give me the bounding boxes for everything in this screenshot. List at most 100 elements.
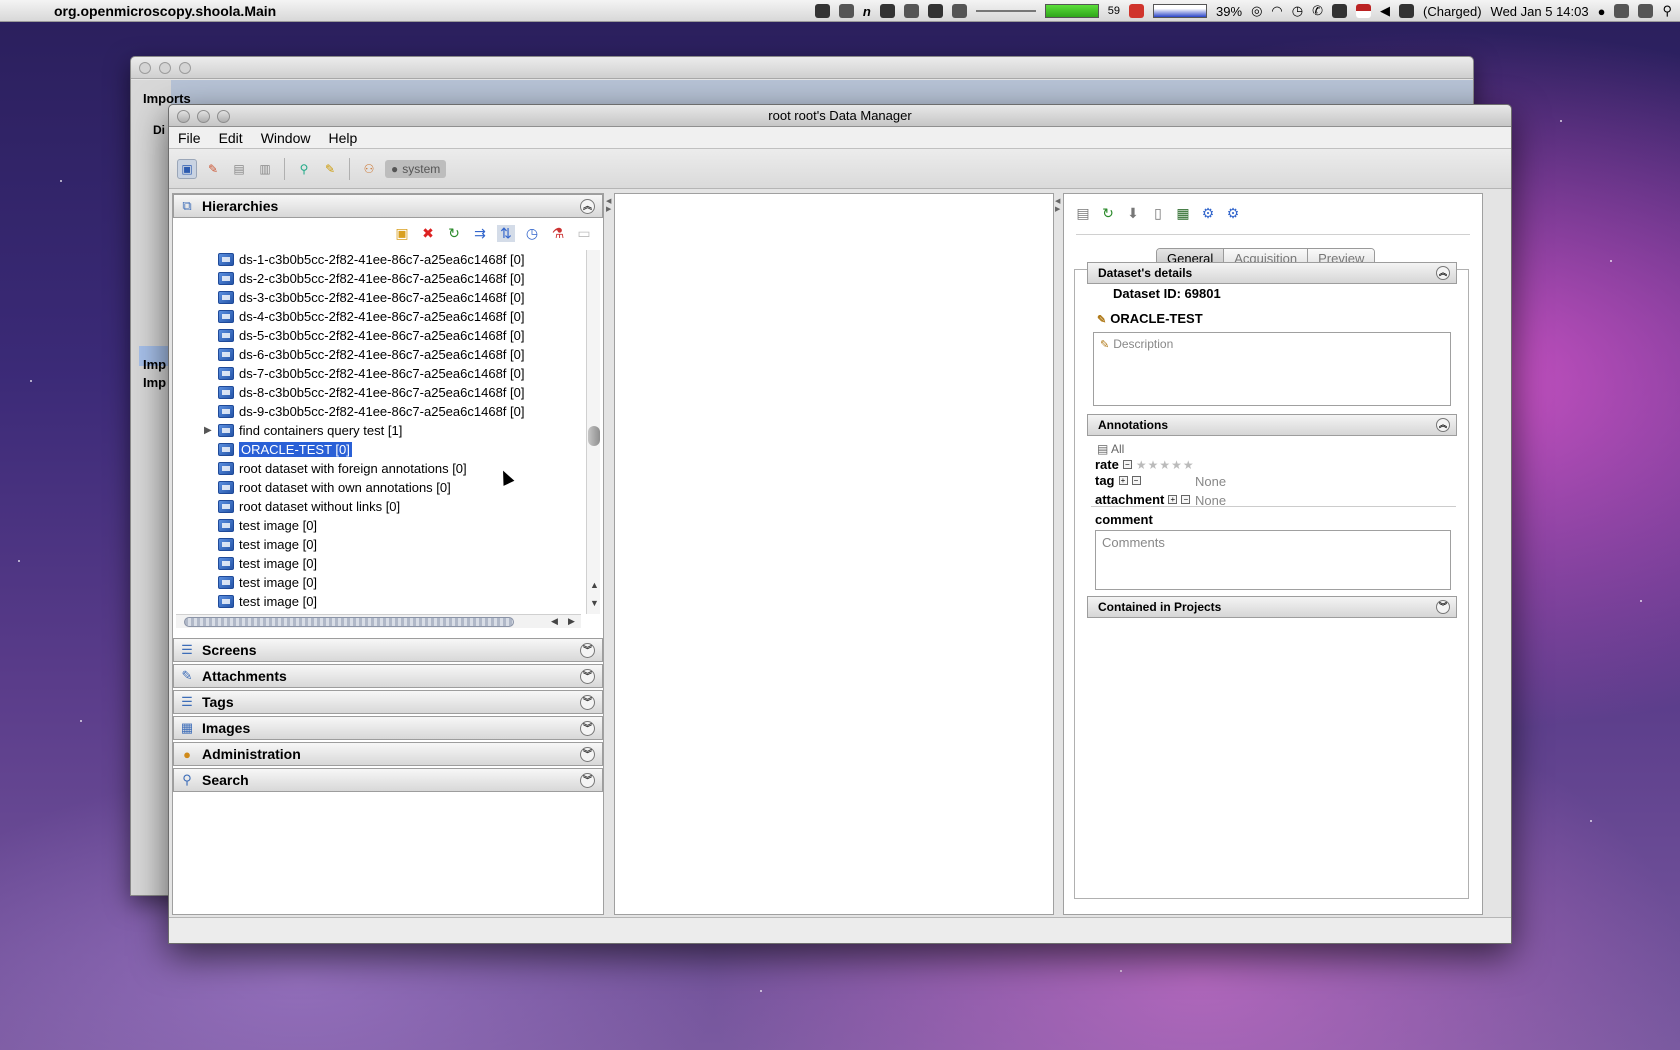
close-button[interactable] [177, 110, 190, 123]
app-name-menu[interactable]: org.openmicroscopy.shoola.Main [54, 3, 276, 19]
menu-window[interactable]: Window [261, 130, 311, 146]
expand-down-icon[interactable]: ︾ [580, 695, 595, 710]
tree-item[interactable]: ds-9-c3b0b5cc-2f82-41ee-86c7-a25ea6c1468… [176, 402, 581, 421]
layout-right-button[interactable]: ▥ [255, 159, 275, 179]
expand-down-icon[interactable]: ︾ [580, 643, 595, 658]
clock-text[interactable]: Wed Jan 5 14:03 [1491, 4, 1589, 19]
zoom-button[interactable] [217, 110, 230, 123]
dataset-details-header[interactable]: Dataset's details ︽ [1087, 262, 1457, 284]
tree-item[interactable]: ▶ find containers query test [1] [176, 421, 581, 440]
time-machine-icon[interactable]: ◷ [1292, 3, 1303, 19]
menu-help[interactable]: Help [328, 130, 357, 146]
tree-item[interactable]: test image [0] [176, 554, 581, 573]
analysis-icon[interactable]: ⚙ [1199, 204, 1217, 222]
tree-item[interactable]: ds-7-c3b0b5cc-2f82-41ee-86c7-a25ea6c1468… [176, 364, 581, 383]
refresh-icon[interactable]: ↻ [445, 225, 463, 242]
tree-item[interactable]: ds-4-c3b0b5cc-2f82-41ee-86c7-a25ea6c1468… [176, 307, 581, 326]
tree-item[interactable]: test image [0] [176, 516, 581, 535]
collapse-all-icon[interactable]: ▭ [575, 225, 593, 242]
menu-edit[interactable]: Edit [219, 130, 243, 146]
scroll-left-arrow-icon[interactable]: ◀ [551, 616, 558, 627]
remove-tag-icon[interactable]: − [1131, 476, 1141, 485]
bg-import-item[interactable]: Imp [143, 375, 166, 390]
tree-vertical-scrollbar[interactable]: ▲ ▼ [586, 250, 600, 614]
phone-icon[interactable]: ✆ [1312, 3, 1323, 19]
skype-icon[interactable] [814, 4, 830, 18]
data-manager-button[interactable]: ▣ [177, 158, 197, 179]
grid-icon[interactable]: ▦ [1174, 204, 1192, 222]
tree-item[interactable]: root dataset without links [0] [176, 497, 581, 516]
sort-alpha-icon[interactable]: ⇅ [497, 224, 515, 242]
remove-rating-icon[interactable]: − [1122, 460, 1132, 469]
search-header[interactable]: ⚲ Search ︾ [173, 768, 603, 792]
accessibility-icon[interactable]: ◎ [1251, 3, 1262, 19]
tree-item[interactable]: ds-5-c3b0b5cc-2f82-41ee-86c7-a25ea6c1468… [176, 326, 581, 345]
download-icon[interactable]: ⬇ [1124, 204, 1142, 222]
vertical-scroll-thumb[interactable] [588, 426, 600, 446]
search-tool-button[interactable]: ⚲ [294, 159, 314, 179]
dataset-name-field[interactable]: ✎ ORACLE-TEST [1097, 311, 1203, 326]
expand-arrow-icon[interactable]: ▶ [204, 425, 212, 436]
volume-slider-track[interactable] [975, 10, 1036, 12]
collapse-up-icon[interactable]: ︽ [1436, 418, 1450, 432]
tree-item[interactable]: root dataset with foreign annotations [0… [176, 459, 581, 478]
bg-zoom-button[interactable] [179, 62, 191, 74]
window-titlebar[interactable]: root root's Data Manager [169, 105, 1511, 127]
screens-header[interactable]: ☰ Screens ︾ [173, 638, 603, 662]
tree-item[interactable]: root dataset with own annotations [0] [176, 478, 581, 497]
expand-down-icon[interactable]: ︾ [1436, 600, 1450, 614]
refresh-icon[interactable]: ↻ [1099, 204, 1117, 222]
remove-attachment-icon[interactable]: − [1181, 495, 1191, 504]
tree-item[interactable]: ds-3-c3b0b5cc-2f82-41ee-86c7-a25ea6c1468… [176, 288, 581, 307]
images-header[interactable]: ▦ Images ︾ [173, 716, 603, 740]
expand-down-icon[interactable]: ︾ [580, 721, 595, 736]
tree-item[interactable]: ds-1-c3b0b5cc-2f82-41ee-86c7-a25ea6c1468… [176, 250, 581, 269]
left-splitter-arrows[interactable]: ◀ ▶ [606, 197, 611, 213]
tags-header[interactable]: ☰ Tags ︾ [173, 690, 603, 714]
spotlight-icon[interactable]: ⚲ [1662, 3, 1672, 19]
annotations-header[interactable]: Annotations ︽ [1087, 414, 1457, 436]
minimize-button[interactable] [197, 110, 210, 123]
publish-icon[interactable]: ⚙ [1224, 204, 1242, 222]
description-field[interactable]: ✎ Description [1093, 332, 1451, 406]
editor-button[interactable]: ✎ [203, 159, 223, 179]
layout-left-button[interactable]: ▤ [229, 159, 249, 179]
new-container-icon[interactable]: ▣ [393, 225, 411, 242]
hierarchies-header[interactable]: ⧉ Hierarchies ︽ [173, 194, 603, 218]
tree-item[interactable]: ds-8-c3b0b5cc-2f82-41ee-86c7-a25ea6c1468… [176, 383, 581, 402]
sort-date-icon[interactable]: ◷ [523, 225, 541, 242]
delete-icon[interactable]: ✖ [419, 225, 437, 242]
tree-item[interactable]: test image [0] [176, 592, 581, 611]
contained-in-projects-header[interactable]: Contained in Projects ︾ [1087, 596, 1457, 618]
bg-minimize-button[interactable] [159, 62, 171, 74]
horizontal-scroll-thumb[interactable] [184, 617, 514, 627]
clipboard-icon[interactable] [1614, 4, 1630, 18]
paw-icon[interactable] [927, 4, 943, 18]
user-icon[interactable]: ● [1598, 4, 1606, 19]
annotate-button[interactable]: ✎ [320, 159, 340, 179]
add-tag-icon[interactable]: + [1118, 476, 1128, 485]
expand-down-icon[interactable]: ︾ [580, 773, 595, 788]
scroll-right-arrow-icon[interactable]: ▶ [568, 616, 575, 627]
notes-icon[interactable] [1638, 4, 1654, 18]
administration-header[interactable]: ● Administration ︾ [173, 742, 603, 766]
annotations-filter[interactable]: ▤ All [1097, 442, 1124, 456]
group-selector[interactable]: ● system [385, 159, 447, 178]
battery-icon[interactable] [1399, 4, 1415, 18]
collapse-up-icon[interactable]: ︽ [1436, 266, 1450, 280]
add-attachment-icon[interactable]: + [1168, 495, 1178, 504]
tree-item[interactable]: test image [0] [176, 535, 581, 554]
scroll-up-arrow-icon[interactable]: ▲ [590, 580, 599, 590]
background-window-titlebar[interactable] [131, 57, 1473, 79]
speaker-icon[interactable]: ◀ [1380, 3, 1390, 19]
attachments-header[interactable]: ✎ Attachments ︾ [173, 664, 603, 688]
wifi-icon[interactable]: ◠ [1271, 3, 1282, 19]
collapse-up-icon[interactable]: ︽ [580, 199, 595, 214]
scroll-down-arrow-icon[interactable]: ▼ [590, 598, 599, 608]
tree-item[interactable]: test image [0] [176, 573, 581, 592]
comment-field[interactable]: Comments [1095, 530, 1451, 590]
terminal-icon[interactable] [879, 4, 895, 18]
edit-pencil-icon[interactable]: ✎ [1097, 314, 1106, 326]
tree-item-selected[interactable]: ORACLE-TEST [0] [176, 440, 581, 459]
n-app-icon[interactable]: n [863, 4, 871, 19]
